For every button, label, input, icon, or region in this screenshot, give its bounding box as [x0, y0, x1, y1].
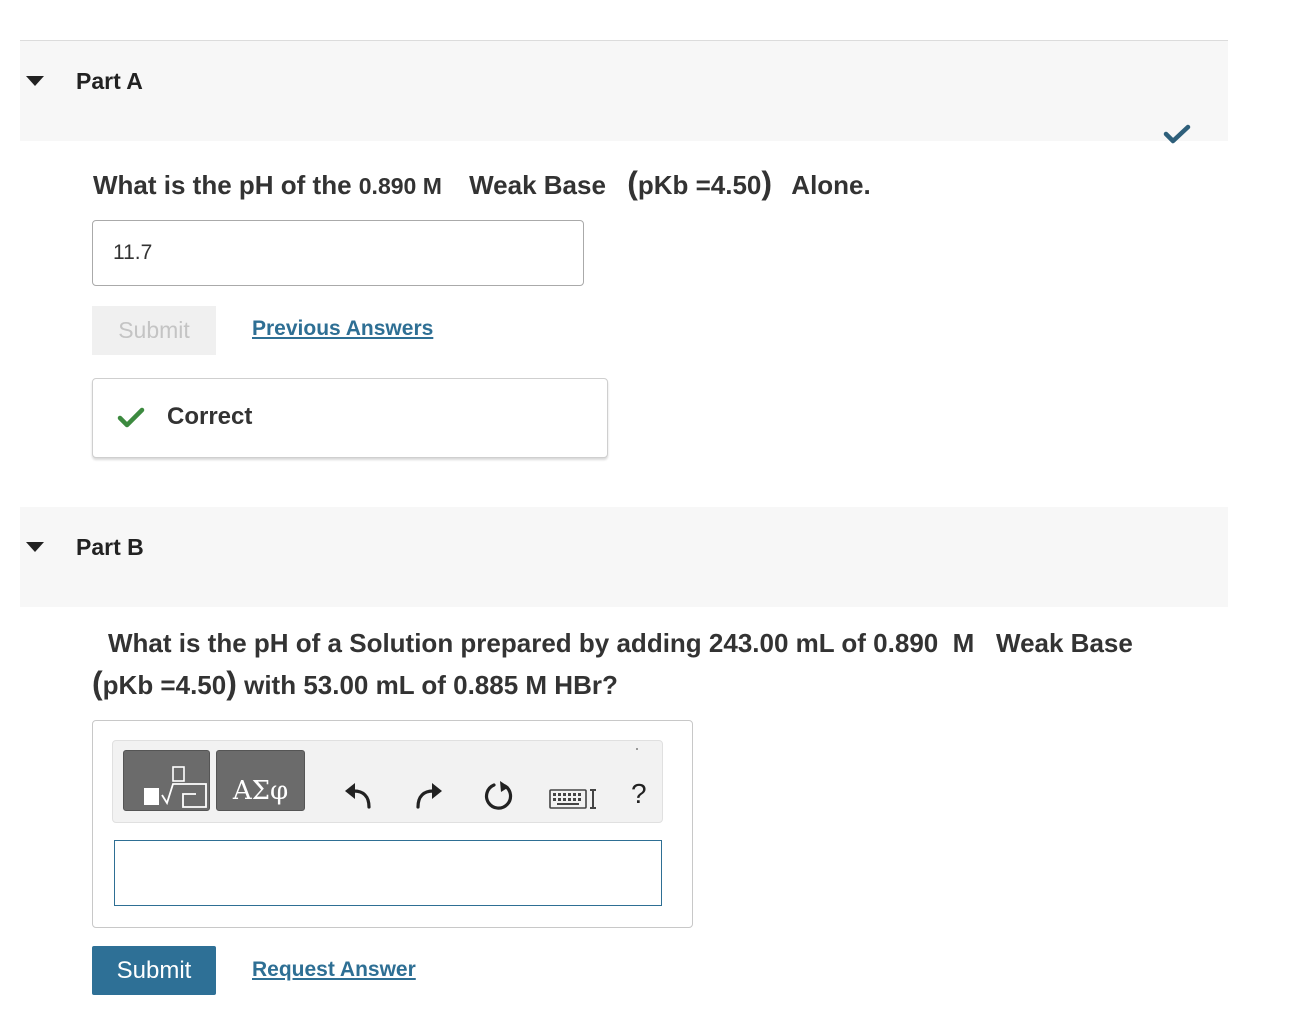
- greek-label: ΑΣφ: [232, 776, 289, 806]
- templates-icon: [144, 766, 207, 808]
- part-b-title[interactable]: Part B: [76, 534, 144, 561]
- correct-check-icon: [117, 407, 145, 428]
- part-a-header[interactable]: [20, 40, 1228, 141]
- part-a-title[interactable]: Part A: [76, 68, 143, 95]
- previous-answers-link[interactable]: Previous Answers: [252, 317, 433, 341]
- collapse-triangle-icon[interactable]: [26, 76, 44, 86]
- part-a-submit-button[interactable]: Submit: [92, 306, 216, 355]
- part-a-question: What is the pH of the 0.890 M Weak Base …: [93, 165, 871, 201]
- request-answer-link[interactable]: Request Answer: [252, 958, 416, 982]
- keyboard-icon[interactable]: [549, 786, 601, 812]
- part-b-header[interactable]: [20, 507, 1228, 607]
- part-a-answer-field[interactable]: 11.7: [92, 220, 584, 286]
- help-button[interactable]: ?: [631, 778, 647, 810]
- undo-icon[interactable]: [343, 782, 373, 810]
- checkmark-icon: [1163, 124, 1191, 144]
- part-b-answer-input[interactable]: [114, 840, 662, 906]
- feedback-label: Correct: [167, 403, 253, 430]
- part-b-question-line1: What is the pH of a Solution prepared by…: [108, 628, 1133, 658]
- redo-icon[interactable]: [414, 782, 444, 810]
- toolbar-dot: [636, 748, 638, 750]
- collapse-triangle-icon[interactable]: [26, 542, 44, 552]
- reset-icon[interactable]: [481, 779, 515, 813]
- part-b-submit-button[interactable]: Submit: [92, 946, 216, 995]
- part-b-question-line2: (pKb =4.50) with 53.00 mL of 0.885 M HBr…: [92, 665, 618, 701]
- greek-letters-button[interactable]: ΑΣφ: [216, 750, 305, 811]
- templates-button[interactable]: [123, 750, 210, 811]
- feedback-correct: Correct: [92, 378, 608, 458]
